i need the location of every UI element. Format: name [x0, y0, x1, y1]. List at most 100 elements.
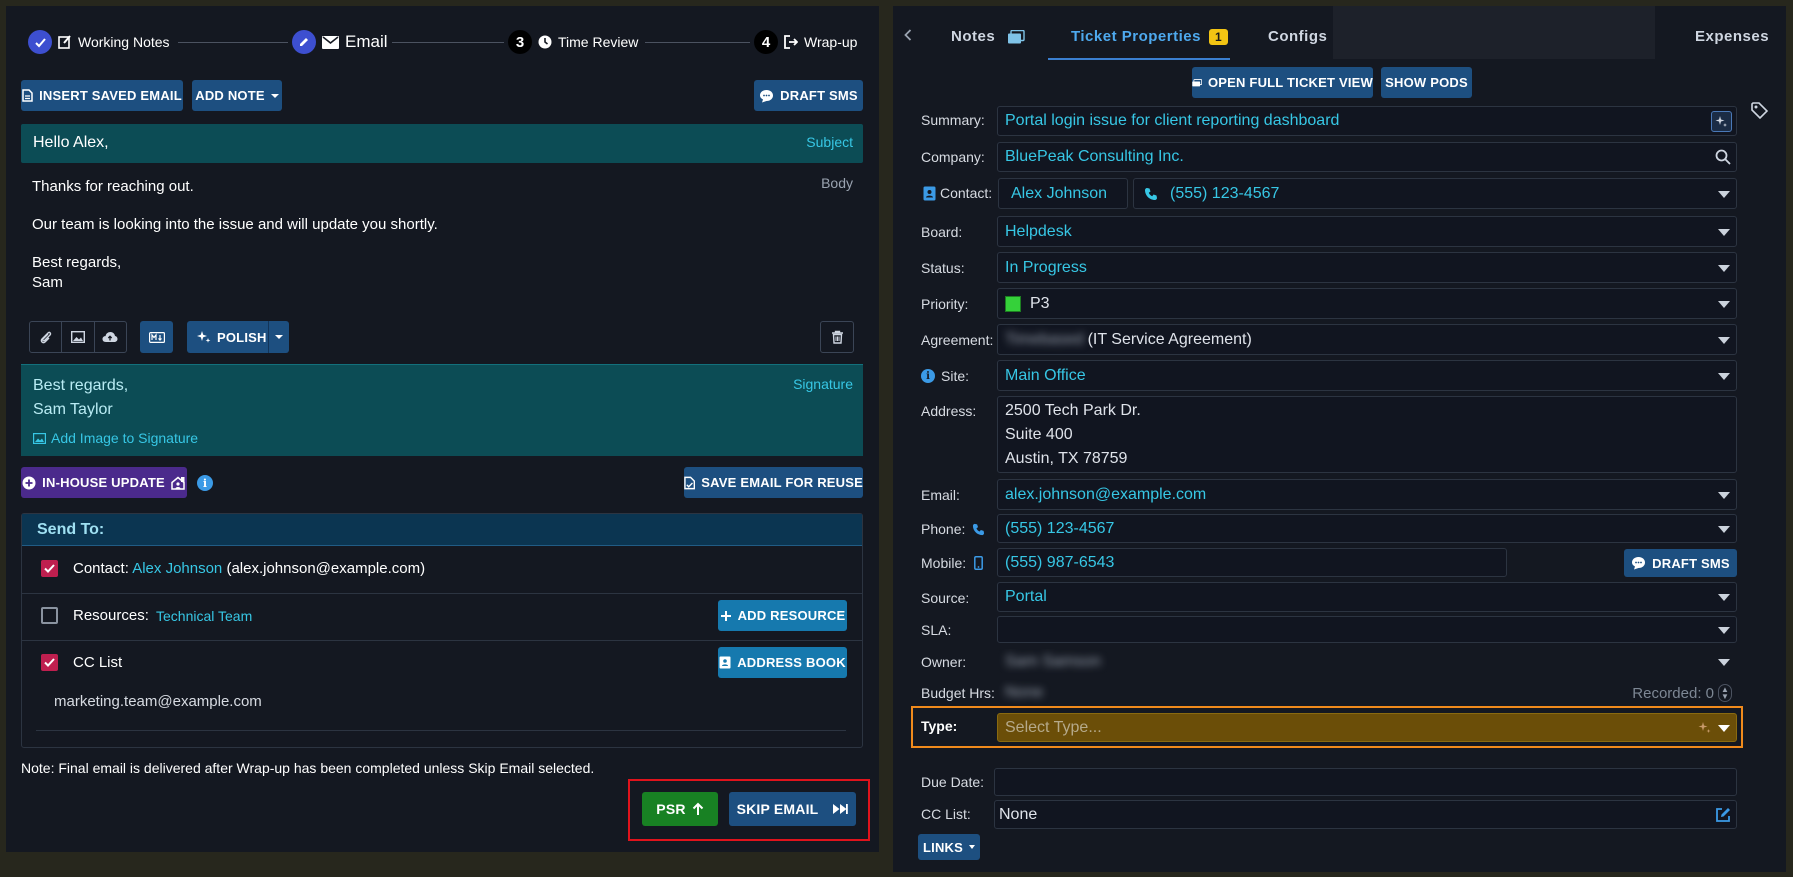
edit-icon[interactable]	[1715, 807, 1731, 823]
due-date-field[interactable]	[994, 768, 1737, 796]
mobile-phone-icon	[974, 556, 984, 570]
board-select[interactable]: Helpdesk	[997, 216, 1737, 247]
sparkle-icon	[1715, 116, 1727, 127]
summary-field[interactable]: Portal login issue for client reporting …	[997, 106, 1737, 136]
mobile-field[interactable]: (555) 987-6543	[997, 548, 1507, 577]
site-select[interactable]: Main Office	[997, 360, 1737, 391]
agreement-select[interactable]: Timebased (IT Service Agreement)	[997, 324, 1737, 355]
address-field[interactable]: 2500 Tech Park Dr. Suite 400 Austin, TX …	[997, 396, 1737, 473]
attach-button[interactable]	[30, 322, 63, 352]
sign-out-icon	[784, 35, 798, 49]
skip-email-button[interactable]: SKIP EMAIL	[729, 792, 856, 826]
show-pods-button[interactable]: SHOW PODS	[1381, 67, 1472, 98]
insert-saved-email-button[interactable]: INSERT SAVED EMAIL	[21, 80, 183, 111]
contact-email: (alex.johnson@example.com)	[226, 560, 426, 577]
status-label: Status:	[921, 260, 965, 276]
status-select[interactable]: In Progress	[997, 252, 1737, 283]
psr-button[interactable]: PSR	[642, 792, 718, 826]
cloud-upload-button[interactable]	[95, 322, 126, 352]
send-to-header: Send To:	[22, 514, 862, 546]
step-email[interactable]: Email	[288, 30, 392, 54]
polish-button[interactable]: POLISH	[187, 321, 289, 353]
resources-value[interactable]: Technical Team	[156, 608, 252, 624]
body-line: Our team is looking into the issue and w…	[32, 216, 438, 233]
markdown-toggle-button[interactable]	[140, 321, 173, 353]
button-label: PSR	[656, 801, 686, 817]
house-user-icon	[171, 476, 185, 490]
cc-list-label: CC List	[73, 654, 123, 671]
chat-bubble-icon	[760, 89, 774, 102]
info-icon[interactable]: i	[197, 475, 213, 491]
redacted-tabs	[1333, 6, 1655, 59]
tab-scroll-left[interactable]	[903, 28, 917, 48]
tab-label: Notes	[951, 28, 996, 45]
email-select[interactable]: alex.johnson@example.com	[997, 479, 1737, 510]
cc-list-checkbox[interactable]	[41, 654, 58, 671]
tab-label: Ticket Properties	[1071, 28, 1201, 45]
owner-select[interactable]: Sam Samson	[997, 648, 1737, 675]
tab-expenses[interactable]: Expenses	[1695, 28, 1769, 45]
caret-down-icon	[1718, 659, 1730, 666]
document-icon	[22, 89, 33, 102]
in-house-update-button[interactable]: IN-HOUSE UPDATE	[21, 467, 187, 498]
step-label: Time Review	[558, 34, 639, 50]
step-wrap-up[interactable]: 4 Wrap-up	[750, 30, 858, 54]
mobile-draft-sms-button[interactable]: DRAFT SMS	[1624, 549, 1737, 577]
info-icon[interactable]: i	[921, 369, 935, 383]
stepper-arrows-icon[interactable]: ▲ ▼	[1718, 684, 1732, 702]
phone-select[interactable]: (555) 123-4567	[997, 514, 1737, 543]
contact-field[interactable]: Alex Johnson	[998, 178, 1128, 209]
contact-label-group: Contact:	[923, 185, 992, 201]
cc-list-field[interactable]: None	[994, 800, 1737, 829]
open-full-ticket-view-button[interactable]: OPEN FULL TICKET VIEW	[1192, 67, 1373, 98]
step-working-notes[interactable]: Working Notes	[28, 30, 174, 54]
add-image-signature-link[interactable]: Add Image to Signature	[33, 430, 198, 446]
address-line: Suite 400	[1005, 426, 1073, 443]
type-select[interactable]: Select Type...	[997, 713, 1737, 742]
links-button[interactable]: LINKS	[918, 834, 980, 860]
row-divider	[22, 593, 862, 594]
source-select[interactable]: Portal	[997, 582, 1737, 612]
contact-name-link[interactable]: Alex Johnson	[132, 560, 222, 577]
field-value: (555) 123-4567	[1170, 184, 1280, 202]
tab-notes[interactable]: Notes	[951, 28, 1025, 45]
save-email-for-reuse-button[interactable]: SAVE EMAIL FOR REUSE	[684, 467, 863, 498]
field-value: In Progress	[1005, 258, 1087, 276]
caret-down-icon[interactable]	[1718, 191, 1730, 198]
resources-checkbox[interactable]	[41, 607, 58, 624]
subject-field[interactable]: Hello Alex, Subject	[21, 124, 863, 163]
priority-select[interactable]: P3	[997, 288, 1737, 319]
phone-icon	[1145, 187, 1157, 200]
delete-button[interactable]	[820, 321, 854, 353]
tickets-icon	[1192, 78, 1202, 86]
address-book-button[interactable]: ADDRESS BOOK	[718, 647, 847, 678]
mobile-label: Mobile:	[921, 555, 967, 571]
check-circle-icon	[28, 30, 52, 54]
company-field[interactable]: BluePeak Consulting Inc.	[997, 142, 1737, 172]
field-value: (555) 123-4567	[1005, 519, 1115, 537]
add-note-button[interactable]: ADD NOTE	[192, 80, 282, 111]
tab-ticket-properties[interactable]: Ticket Properties 1	[1048, 6, 1230, 60]
step-time-review[interactable]: 3 Time Review	[504, 30, 643, 54]
search-icon[interactable]	[1715, 149, 1731, 165]
sla-select[interactable]	[997, 616, 1737, 643]
contact-phone-field[interactable]: (555) 123-4567	[1133, 178, 1737, 209]
tab-configs[interactable]: Configs	[1268, 28, 1327, 45]
add-resource-button[interactable]: ADD RESOURCE	[718, 600, 847, 631]
ai-sparkle-button[interactable]	[1711, 111, 1732, 132]
address-line: 2500 Tech Park Dr.	[1005, 402, 1141, 419]
tag-icon[interactable]	[1751, 102, 1768, 119]
budget-field[interactable]: None Recorded: 0 ▲ ▼	[997, 679, 1737, 706]
caret-down-icon[interactable]	[275, 335, 283, 339]
insert-image-button[interactable]	[62, 322, 95, 352]
row-divider	[36, 730, 846, 731]
button-label: OPEN FULL TICKET VIEW	[1207, 75, 1373, 90]
ai-sparkle-icon[interactable]	[1698, 721, 1712, 735]
signature-block[interactable]: Signature Best regards, Sam Taylor Add I…	[21, 364, 863, 456]
contact-checkbox[interactable]	[41, 560, 58, 577]
send-to-title: Send To:	[37, 521, 105, 538]
draft-sms-button[interactable]: DRAFT SMS	[754, 80, 863, 111]
budget-redacted: None	[1005, 683, 1044, 701]
summary-label: Summary:	[921, 112, 985, 128]
type-label: Type:	[921, 718, 958, 734]
